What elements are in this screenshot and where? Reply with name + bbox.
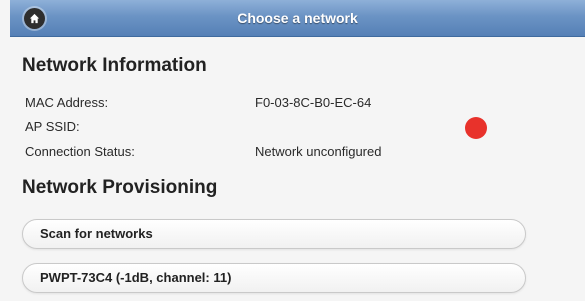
header-bar: Choose a network — [10, 0, 585, 37]
status-indicator — [465, 117, 487, 139]
network-information-heading: Network Information — [22, 55, 207, 76]
connection-status-label: Connection Status: — [25, 144, 135, 159]
scan-for-networks-button[interactable]: Scan for networks — [22, 219, 526, 249]
page-title: Choose a network — [237, 10, 358, 26]
mac-address-label: MAC Address: — [25, 95, 109, 110]
connection-status-value: Network unconfigured — [255, 144, 382, 159]
network-item[interactable]: PWPT-73C4 (-1dB, channel: 11) — [22, 263, 526, 293]
mac-address-value: F0-03-8C-B0-EC-64 — [255, 95, 372, 110]
ap-ssid-label: AP SSID: — [25, 119, 80, 134]
network-provisioning-heading: Network Provisioning — [22, 177, 218, 198]
